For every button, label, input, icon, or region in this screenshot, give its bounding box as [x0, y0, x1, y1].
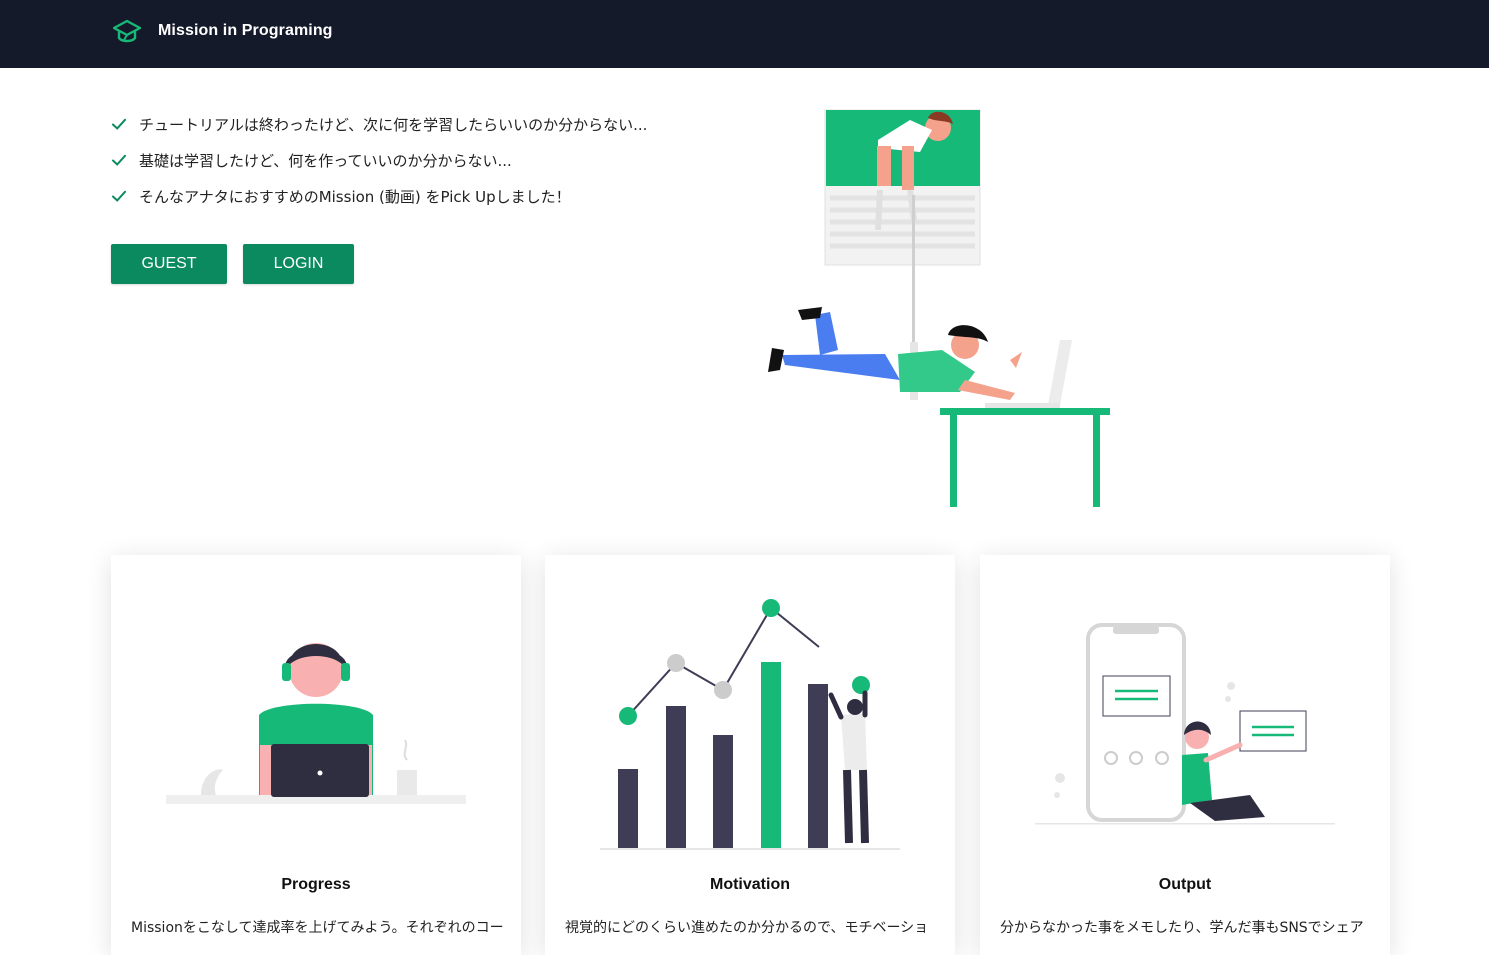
graduation-cap-icon[interactable] — [113, 18, 141, 46]
card-title: Motivation — [710, 876, 790, 893]
growth-chart-illustration — [600, 599, 900, 850]
feature-text: 基礎は学習したけど、何を作っていいのか分からない... — [139, 151, 512, 170]
feature-card-output: Output 分からなかった事をメモしたり、学んだ事もSNSでシェア — [980, 555, 1390, 955]
feature-item: 基礎は学習したけど、何を作っていいのか分からない... — [111, 142, 647, 178]
feature-item: チュートリアルは終わったけど、次に何を学習したらいいのか分からない... — [111, 106, 647, 142]
brand-name[interactable]: Mission in Programing — [158, 22, 333, 40]
check-icon — [112, 154, 126, 166]
phone-share-illustration — [1035, 623, 1335, 825]
feature-list: チュートリアルは終わったけど、次に何を学習したらいいのか分からない... 基礎は… — [111, 106, 647, 214]
card-text: 分からなかった事をメモしたり、学んだ事もSNSでシェア — [1000, 920, 1364, 936]
card-title: Output — [1158, 876, 1212, 893]
hero-illustration — [768, 109, 1110, 507]
feature-card-progress: Progress Missionをこなして達成率を上げてみよう。それぞれのコー — [111, 555, 521, 955]
card-text: Missionをこなして達成率を上げてみよう。それぞれのコー — [131, 920, 504, 936]
card-text: 視覚的にどのくらい進めたのか分かるので、モチベーショ — [565, 920, 929, 936]
check-icon — [112, 190, 126, 202]
feature-card-motivation: Motivation 視覚的にどのくらい進めたのか分かるので、モチベーショ — [545, 555, 955, 955]
login-button[interactable]: LOGIN — [243, 244, 354, 284]
feature-text: そんなアナタにおすすめのMission (動画) をPick Upしました！ — [139, 187, 571, 206]
feature-text: チュートリアルは終わったけど、次に何を学習したらいいのか分からない... — [139, 115, 648, 134]
check-icon — [112, 118, 126, 130]
guest-button[interactable]: GUEST — [111, 244, 227, 284]
navbar: Mission in Programing — [0, 0, 1489, 68]
card-title: Progress — [281, 876, 351, 893]
person-with-laptop-illustration — [166, 643, 466, 804]
feature-item: そんなアナタにおすすめのMission (動画) をPick Upしました！ — [111, 178, 647, 214]
